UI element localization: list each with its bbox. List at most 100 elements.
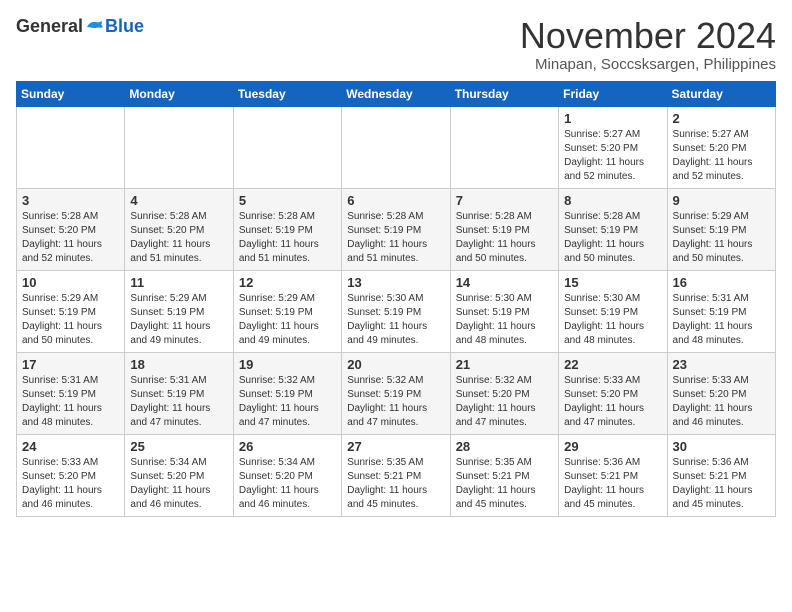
day-info: Sunrise: 5:34 AM Sunset: 5:20 PM Dayligh… [130, 456, 227, 512]
day-info: Sunrise: 5:36 AM Sunset: 5:21 PM Dayligh… [564, 456, 661, 512]
day-info: Sunrise: 5:36 AM Sunset: 5:21 PM Dayligh… [673, 456, 770, 512]
day-number: 12 [239, 275, 336, 290]
calendar-cell [342, 106, 450, 188]
day-number: 18 [130, 357, 227, 372]
day-number: 23 [673, 357, 770, 372]
calendar-cell: 20 Sunrise: 5:32 AM Sunset: 5:19 PM Dayli… [342, 352, 450, 434]
logo-blue: Blue [105, 16, 144, 37]
day-info: Sunrise: 5:33 AM Sunset: 5:20 PM Dayligh… [22, 456, 119, 512]
calendar-cell: 6 Sunrise: 5:28 AM Sunset: 5:19 PM Daylig… [342, 188, 450, 270]
calendar-cell: 8 Sunrise: 5:28 AM Sunset: 5:19 PM Daylig… [559, 188, 667, 270]
day-info: Sunrise: 5:28 AM Sunset: 5:19 PM Dayligh… [564, 210, 661, 266]
calendar-week-row: 10 Sunrise: 5:29 AM Sunset: 5:19 PM Dayli… [17, 270, 776, 352]
day-info: Sunrise: 5:30 AM Sunset: 5:19 PM Dayligh… [347, 292, 444, 348]
day-info: Sunrise: 5:28 AM Sunset: 5:19 PM Dayligh… [456, 210, 553, 266]
day-number: 9 [673, 193, 770, 208]
day-number: 16 [673, 275, 770, 290]
day-info: Sunrise: 5:30 AM Sunset: 5:19 PM Dayligh… [564, 292, 661, 348]
calendar-cell [17, 106, 125, 188]
day-number: 10 [22, 275, 119, 290]
day-number: 20 [347, 357, 444, 372]
calendar-cell: 27 Sunrise: 5:35 AM Sunset: 5:21 PM Dayli… [342, 434, 450, 516]
calendar-cell: 11 Sunrise: 5:29 AM Sunset: 5:19 PM Dayli… [125, 270, 233, 352]
day-number: 7 [456, 193, 553, 208]
day-number: 30 [673, 439, 770, 454]
day-of-week-header: Monday [125, 81, 233, 106]
day-number: 14 [456, 275, 553, 290]
calendar-cell: 21 Sunrise: 5:32 AM Sunset: 5:20 PM Dayli… [450, 352, 558, 434]
calendar-cell: 13Sunrise: 5:30 AM Sunset: 5:19 PM Dayli… [342, 270, 450, 352]
day-number: 6 [347, 193, 444, 208]
day-number: 24 [22, 439, 119, 454]
calendar-cell: 19 Sunrise: 5:32 AM Sunset: 5:19 PM Dayli… [233, 352, 341, 434]
day-info: Sunrise: 5:31 AM Sunset: 5:19 PM Dayligh… [22, 374, 119, 430]
day-info: Sunrise: 5:29 AM Sunset: 5:19 PM Dayligh… [22, 292, 119, 348]
day-of-week-header: Saturday [667, 81, 775, 106]
logo: General Blue [16, 16, 144, 37]
calendar-cell: 28 Sunrise: 5:35 AM Sunset: 5:21 PM Dayli… [450, 434, 558, 516]
calendar-cell: 15Sunrise: 5:30 AM Sunset: 5:19 PM Dayli… [559, 270, 667, 352]
calendar-cell: 12Sunrise: 5:29 AM Sunset: 5:19 PM Dayli… [233, 270, 341, 352]
month-title: November 2024 [520, 16, 776, 56]
calendar-cell: 7 Sunrise: 5:28 AM Sunset: 5:19 PM Daylig… [450, 188, 558, 270]
day-number: 19 [239, 357, 336, 372]
day-number: 26 [239, 439, 336, 454]
calendar-cell: 17 Sunrise: 5:31 AM Sunset: 5:19 PM Dayli… [17, 352, 125, 434]
day-number: 22 [564, 357, 661, 372]
calendar-week-row: 24 Sunrise: 5:33 AM Sunset: 5:20 PM Dayli… [17, 434, 776, 516]
day-of-week-header: Thursday [450, 81, 558, 106]
day-info: Sunrise: 5:28 AM Sunset: 5:20 PM Dayligh… [130, 210, 227, 266]
day-number: 11 [130, 275, 227, 290]
calendar-week-row: 3 Sunrise: 5:28 AM Sunset: 5:20 PM Daylig… [17, 188, 776, 270]
day-number: 3 [22, 193, 119, 208]
calendar-week-row: 17 Sunrise: 5:31 AM Sunset: 5:19 PM Dayli… [17, 352, 776, 434]
calendar-cell: 23 Sunrise: 5:33 AM Sunset: 5:20 PM Dayli… [667, 352, 775, 434]
header-row: SundayMondayTuesdayWednesdayThursdayFrid… [17, 81, 776, 106]
calendar-cell: 22 Sunrise: 5:33 AM Sunset: 5:20 PM Dayli… [559, 352, 667, 434]
day-of-week-header: Sunday [17, 81, 125, 106]
calendar-cell: 14 Sunrise: 5:30 AM Sunset: 5:19 PM Dayli… [450, 270, 558, 352]
calendar-cell: 9Sunrise: 5:29 AM Sunset: 5:19 PM Daylig… [667, 188, 775, 270]
day-info: Sunrise: 5:31 AM Sunset: 5:19 PM Dayligh… [130, 374, 227, 430]
day-info: Sunrise: 5:27 AM Sunset: 5:20 PM Dayligh… [673, 128, 770, 184]
day-info: Sunrise: 5:32 AM Sunset: 5:20 PM Dayligh… [456, 374, 553, 430]
calendar-cell: 26 Sunrise: 5:34 AM Sunset: 5:20 PM Dayli… [233, 434, 341, 516]
calendar-cell [450, 106, 558, 188]
calendar-cell: 5 Sunrise: 5:28 AM Sunset: 5:19 PM Daylig… [233, 188, 341, 270]
logo-general: General [16, 16, 83, 37]
day-info: Sunrise: 5:35 AM Sunset: 5:21 PM Dayligh… [347, 456, 444, 512]
day-info: Sunrise: 5:28 AM Sunset: 5:19 PM Dayligh… [347, 210, 444, 266]
day-number: 21 [456, 357, 553, 372]
day-number: 29 [564, 439, 661, 454]
calendar-cell: 30 Sunrise: 5:36 AM Sunset: 5:21 PM Dayli… [667, 434, 775, 516]
calendar-cell: 16Sunrise: 5:31 AM Sunset: 5:19 PM Dayli… [667, 270, 775, 352]
day-info: Sunrise: 5:33 AM Sunset: 5:20 PM Dayligh… [673, 374, 770, 430]
day-info: Sunrise: 5:35 AM Sunset: 5:21 PM Dayligh… [456, 456, 553, 512]
day-info: Sunrise: 5:33 AM Sunset: 5:20 PM Dayligh… [564, 374, 661, 430]
day-info: Sunrise: 5:28 AM Sunset: 5:19 PM Dayligh… [239, 210, 336, 266]
page-header: General Blue November 2024 Minapan, Socc… [16, 16, 776, 73]
day-info: Sunrise: 5:34 AM Sunset: 5:20 PM Dayligh… [239, 456, 336, 512]
day-info: Sunrise: 5:32 AM Sunset: 5:19 PM Dayligh… [239, 374, 336, 430]
day-info: Sunrise: 5:27 AM Sunset: 5:20 PM Dayligh… [564, 128, 661, 184]
day-info: Sunrise: 5:30 AM Sunset: 5:19 PM Dayligh… [456, 292, 553, 348]
day-number: 17 [22, 357, 119, 372]
day-info: Sunrise: 5:29 AM Sunset: 5:19 PM Dayligh… [130, 292, 227, 348]
calendar-header: SundayMondayTuesdayWednesdayThursdayFrid… [17, 81, 776, 106]
calendar-cell: 4Sunrise: 5:28 AM Sunset: 5:20 PM Daylig… [125, 188, 233, 270]
calendar-cell [125, 106, 233, 188]
logo-bird-icon [85, 19, 105, 35]
title-block: November 2024 Minapan, Soccsksargen, Phi… [520, 16, 776, 73]
day-info: Sunrise: 5:32 AM Sunset: 5:19 PM Dayligh… [347, 374, 444, 430]
day-number: 28 [456, 439, 553, 454]
calendar-cell: 18 Sunrise: 5:31 AM Sunset: 5:19 PM Dayli… [125, 352, 233, 434]
day-number: 5 [239, 193, 336, 208]
day-of-week-header: Wednesday [342, 81, 450, 106]
day-of-week-header: Tuesday [233, 81, 341, 106]
calendar-cell: 1Sunrise: 5:27 AM Sunset: 5:20 PM Daylig… [559, 106, 667, 188]
day-number: 8 [564, 193, 661, 208]
calendar-body: 1Sunrise: 5:27 AM Sunset: 5:20 PM Daylig… [17, 106, 776, 516]
day-of-week-header: Friday [559, 81, 667, 106]
day-number: 27 [347, 439, 444, 454]
calendar-cell: 29 Sunrise: 5:36 AM Sunset: 5:21 PM Dayli… [559, 434, 667, 516]
